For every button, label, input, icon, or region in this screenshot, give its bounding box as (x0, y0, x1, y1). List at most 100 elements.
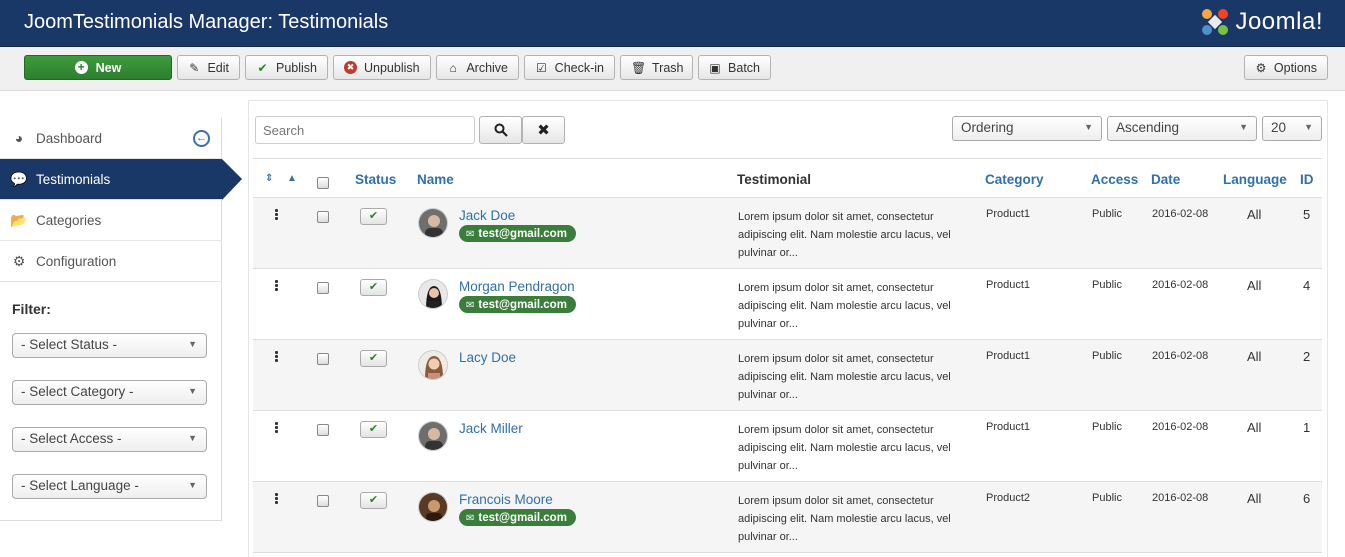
batch-icon: ▣ (709, 60, 721, 75)
archive-button[interactable]: ⌂ Archive (436, 55, 519, 80)
drag-handle-icon[interactable] (275, 351, 279, 363)
id-cell: 1 (1303, 420, 1311, 435)
email-badge[interactable]: ✉ test@gmail.com (459, 225, 576, 242)
status-header[interactable]: Status (355, 172, 396, 187)
sort-asc-icon[interactable]: ▲ (287, 173, 297, 184)
caret-down-icon: ▼ (188, 386, 197, 396)
drag-handle-icon[interactable] (275, 209, 279, 221)
testimonial-name-link[interactable]: Jack Miller (459, 421, 523, 436)
options-button[interactable]: ⚙ Options (1244, 55, 1328, 80)
row-checkbox[interactable] (317, 211, 329, 223)
row-checkbox[interactable] (317, 282, 329, 294)
id-header[interactable]: ID (1300, 172, 1314, 187)
access-header[interactable]: Access (1091, 172, 1138, 187)
language-header[interactable]: Language (1223, 172, 1287, 187)
published-toggle[interactable]: ✔ (360, 350, 387, 367)
clear-search-button[interactable]: ✖ (522, 116, 565, 144)
sidebar-item-dashboard[interactable]: ◕ Dashboard ← (0, 118, 222, 159)
testimonial-name-link[interactable]: Francois Moore (459, 492, 553, 507)
status-filter-select[interactable]: - Select Status - ▼ (12, 333, 207, 358)
testimonial-text: Lorem ipsum dolor sit amet, consectetur … (738, 211, 951, 259)
select-value: - Select Language - (21, 478, 139, 493)
batch-button[interactable]: ▣ Batch (698, 55, 771, 80)
ordering-select[interactable]: Ordering ▼ (952, 116, 1102, 141)
name-header[interactable]: Name (417, 172, 454, 187)
select-value: - Select Access - (21, 431, 122, 446)
sidebar-item-configuration[interactable]: ⚙ Configuration (0, 241, 222, 282)
id-cell: 2 (1303, 349, 1311, 364)
id-cell: 5 (1303, 207, 1311, 222)
select-value: Ordering (961, 120, 1014, 135)
sidebar-item-categories[interactable]: 📂 Categories (0, 200, 222, 241)
collapse-sidebar-icon[interactable]: ← (193, 130, 210, 147)
sidebar-item-label: Testimonials (36, 171, 111, 187)
search-icon (494, 123, 508, 137)
testimonial-text: Lorem ipsum dolor sit amet, consectetur … (738, 424, 951, 472)
table-row: ✔ Francois Moore ✉ test@gmail.com Lorem i… (253, 482, 1322, 553)
plus-icon: + (74, 61, 88, 74)
envelope-icon: ✉ (466, 228, 475, 240)
drag-handle-icon[interactable] (275, 493, 279, 505)
direction-select[interactable]: Ascending ▼ (1107, 116, 1257, 141)
testimonial-name-link[interactable]: Lacy Doe (459, 350, 516, 365)
category-header[interactable]: Category (985, 172, 1044, 187)
sidebar-item-label: Dashboard (36, 130, 103, 146)
folder-icon: 📂 (10, 211, 28, 228)
row-checkbox[interactable] (317, 495, 329, 507)
select-all-checkbox[interactable] (317, 177, 329, 189)
email-text: test@gmail.com (478, 512, 567, 524)
unpublish-button[interactable]: ✖ Unpublish (333, 55, 431, 80)
published-toggle[interactable]: ✔ (360, 421, 387, 438)
testimonial-text: Lorem ipsum dolor sit amet, consectetur … (738, 495, 951, 543)
main-content: ✖ Ordering ▼ Ascending ▼ 20 ▼ ⇕ ▲ Status Na… (248, 100, 1328, 557)
check-icon: ✔ (368, 281, 379, 293)
access-filter-select[interactable]: - Select Access - ▼ (12, 427, 207, 452)
trash-label: Trash (652, 60, 684, 75)
email-text: test@gmail.com (478, 299, 567, 311)
testimonial-header: Testimonial (737, 172, 812, 187)
publish-button[interactable]: ✔ Publish (245, 55, 328, 80)
published-toggle[interactable]: ✔ (360, 492, 387, 509)
check-icon: ✔ (368, 494, 379, 506)
limit-select[interactable]: 20 ▼ (1262, 116, 1322, 141)
check-icon: ✔ (257, 60, 268, 75)
joomla-logo[interactable]: Joomla! (1199, 6, 1323, 38)
row-checkbox[interactable] (317, 424, 329, 436)
date-header[interactable]: Date (1151, 172, 1180, 187)
avatar (418, 492, 448, 522)
published-toggle[interactable]: ✔ (360, 208, 387, 225)
published-toggle[interactable]: ✔ (360, 279, 387, 296)
sort-order-icon[interactable]: ⇕ (265, 173, 273, 184)
language-cell: All (1247, 278, 1262, 293)
email-badge[interactable]: ✉ test@gmail.com (459, 296, 576, 313)
publish-label: Publish (276, 60, 317, 75)
caret-down-icon: ▼ (1304, 122, 1313, 132)
sidebar-item-testimonials[interactable]: 💬 Testimonials (0, 159, 242, 200)
edit-button[interactable]: ✎ Edit (177, 55, 240, 80)
language-filter-select[interactable]: - Select Language - ▼ (12, 474, 207, 499)
testimonial-name-link[interactable]: Jack Doe (459, 208, 515, 223)
access-cell: Public (1092, 492, 1122, 504)
drag-handle-icon[interactable] (275, 422, 279, 434)
drag-handle-icon[interactable] (275, 280, 279, 292)
testimonial-name-link[interactable]: Morgan Pendragon (459, 279, 575, 294)
category-filter-select[interactable]: - Select Category - ▼ (12, 380, 207, 405)
search-input[interactable] (255, 116, 475, 144)
trash-button[interactable]: 🗑 Trash (620, 55, 693, 80)
table-row: ✔ Jack Miller Lorem ipsum dolor sit amet… (253, 411, 1322, 482)
category-cell: Product1 (986, 350, 1031, 362)
new-button[interactable]: + New (24, 55, 172, 80)
envelope-icon: ✉ (466, 299, 475, 311)
select-value: Ascending (1116, 120, 1180, 135)
select-value: - Select Category - (21, 384, 134, 399)
email-badge[interactable]: ✉ test@gmail.com (459, 509, 576, 526)
avatar (418, 350, 448, 380)
testimonial-text: Lorem ipsum dolor sit amet, consectetur … (738, 282, 951, 330)
archive-label: Archive (466, 60, 508, 75)
search-button[interactable] (479, 116, 522, 144)
access-cell: Public (1092, 421, 1122, 433)
archive-icon: ⌂ (449, 60, 457, 75)
checkbox-icon: ☑ (535, 60, 547, 75)
checkin-button[interactable]: ☑ Check-in (524, 55, 615, 80)
row-checkbox[interactable] (317, 353, 329, 365)
